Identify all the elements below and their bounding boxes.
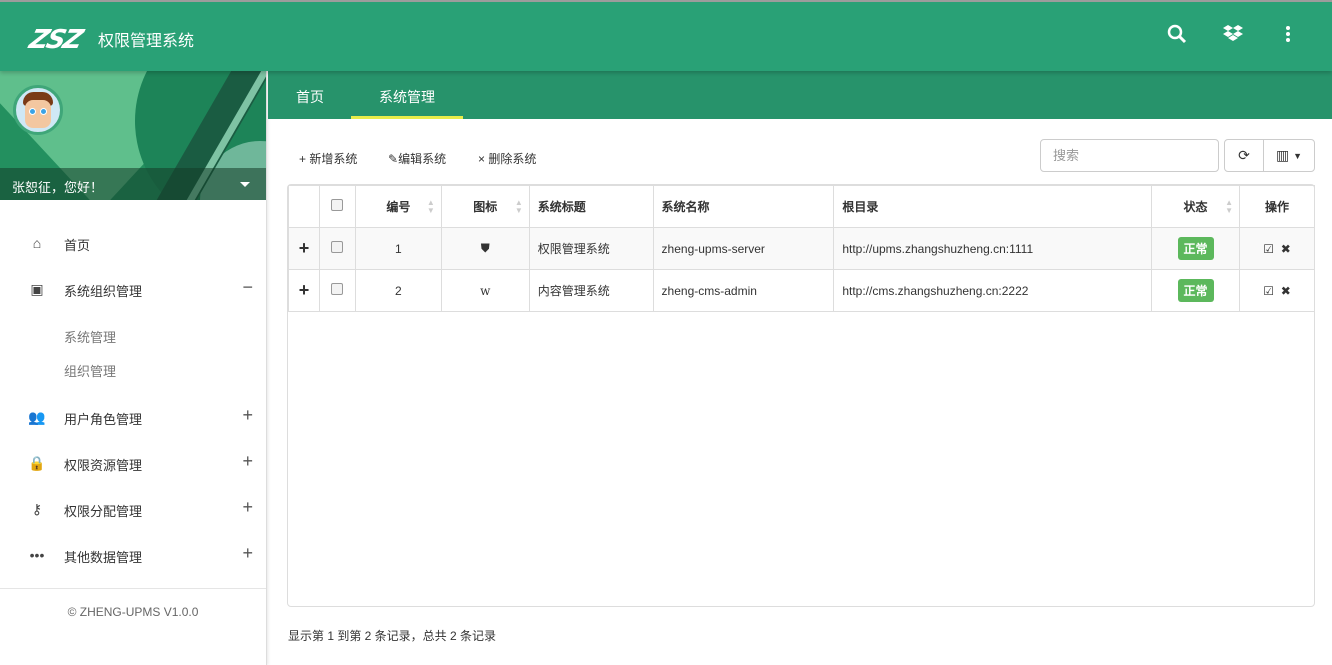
row-checkbox[interactable] xyxy=(318,227,356,270)
delete-icon[interactable]: ✖ xyxy=(1281,242,1291,256)
delete-icon[interactable]: ✖ xyxy=(1281,284,1291,298)
search-input[interactable] xyxy=(1040,139,1219,172)
sidebar-item-org[interactable]: ▣ 系统组织管理 − xyxy=(0,269,267,309)
select-all-checkbox[interactable] xyxy=(318,185,356,228)
expand-icon[interactable]: + xyxy=(242,497,253,518)
expand-icon[interactable]: + xyxy=(242,451,253,472)
sort-icon: ▲ ▼ xyxy=(514,198,523,215)
tab-system-management[interactable]: 系统管理 xyxy=(351,71,463,119)
sidebar: 张恕征，您好！ ⌂ 首页 ▣ 系统组织管理 − 系统管理 组织管理 👥 用户角色管理 + … xyxy=(0,71,267,665)
sidebar-item-permission[interactable]: ⚷ 权限分配管理 + xyxy=(0,489,267,529)
user-menu-toggle[interactable]: 张恕征，您好！ xyxy=(0,168,266,200)
sort-icon: ▲ ▼ xyxy=(1225,198,1234,215)
systems-table: 编号 ▲ ▼ 图标 ▲ ▼ 系统标题 系统名称 根目录 状态 ▲ ▼ 操作 + 1 ⛊ 权限… xyxy=(288,185,1315,312)
expand-icon[interactable]: + xyxy=(242,543,253,564)
edit-system-button[interactable]: ✎编辑系统 xyxy=(388,150,446,167)
pencil-icon: ✎ xyxy=(388,152,399,166)
refresh-icon[interactable]: ⟳ xyxy=(1225,140,1264,171)
tab-home[interactable]: 首页 xyxy=(280,71,340,119)
copyright: © ZHENG-UPMS V1.0.0 xyxy=(67,605,199,619)
sidebar-item-resource[interactable]: 🔒 权限资源管理 + xyxy=(0,443,267,483)
sidebar-item-other[interactable]: ••• 其他数据管理 + xyxy=(0,535,267,575)
avatar[interactable] xyxy=(13,85,63,135)
key-icon: ⚷ xyxy=(31,501,43,517)
collapse-icon[interactable]: − xyxy=(242,277,253,298)
delete-system-button[interactable]: × 删除系统 xyxy=(478,150,536,167)
add-system-button[interactable]: + 新增系统 xyxy=(299,150,357,167)
w-icon: w xyxy=(440,269,530,312)
sidebar-subitem-organization[interactable]: 组织管理 xyxy=(64,361,116,380)
table-tools: ⟳ ▥ ▼ xyxy=(1224,139,1315,172)
more-vert-icon[interactable] xyxy=(1276,24,1300,50)
sidebar-subitem-system[interactable]: 系统管理 xyxy=(64,327,116,346)
more-horiz-icon: ••• xyxy=(29,547,45,563)
app-title: 权限管理系统 xyxy=(98,33,195,50)
edit-icon[interactable]: ☑ xyxy=(1263,242,1274,256)
top-header: ZSZ 权限管理系统 xyxy=(0,0,1332,71)
caret-down-icon: ▼ xyxy=(1293,150,1303,161)
expand-row-icon[interactable]: + xyxy=(288,269,320,312)
profile-panel: 张恕征，您好！ xyxy=(0,71,266,200)
id-card-icon: ▣ xyxy=(30,281,44,297)
expand-row-icon[interactable]: + xyxy=(288,227,320,270)
col-name: 系统名称 xyxy=(652,185,835,228)
col-title: 系统标题 xyxy=(528,185,654,228)
tab-bar: 首页 系统管理 xyxy=(268,71,1332,119)
pagination-info: 显示第 1 到第 2 条记录，总共 2 条记录 xyxy=(288,629,497,643)
row-checkbox[interactable] xyxy=(318,269,356,312)
shield-icon: ⛊ xyxy=(440,227,530,270)
logo: ZSZ xyxy=(25,25,85,55)
col-status[interactable]: 状态 ▲ ▼ xyxy=(1151,185,1241,228)
edit-icon[interactable]: ☑ xyxy=(1263,284,1274,298)
table-header: 编号 ▲ ▼ 图标 ▲ ▼ 系统标题 系统名称 根目录 状态 ▲ ▼ 操作 xyxy=(288,185,1315,228)
expand-icon[interactable]: + xyxy=(242,405,253,426)
sidebar-item-home[interactable]: ⌂ 首页 xyxy=(0,223,267,263)
col-icon[interactable]: 图标 ▲ ▼ xyxy=(440,185,530,228)
lock-icon: 🔒 xyxy=(28,455,46,471)
status-badge: 正常 xyxy=(1177,279,1214,302)
dropbox-icon[interactable] xyxy=(1221,24,1245,50)
divider xyxy=(0,588,266,589)
caret-down-icon xyxy=(240,182,250,187)
users-icon: 👥 xyxy=(28,409,46,425)
col-id[interactable]: 编号 ▲ ▼ xyxy=(354,185,442,228)
sort-icon: ▲ ▼ xyxy=(426,198,435,215)
col-actions: 操作 xyxy=(1239,185,1315,228)
columns-toggle-button[interactable]: ▥ ▼ xyxy=(1264,140,1314,171)
col-basepath: 根目录 xyxy=(833,185,1153,228)
status-badge: 正常 xyxy=(1177,237,1214,260)
greeting: 张恕征，您好！ xyxy=(12,180,104,195)
search-icon[interactable] xyxy=(1165,24,1189,50)
columns-icon: ▥ xyxy=(1275,147,1290,163)
sidebar-item-user-role[interactable]: 👥 用户角色管理 + xyxy=(0,397,267,437)
home-icon: ⌂ xyxy=(32,235,42,251)
table-row: + 1 ⛊ 权限管理系统 zheng-upms-server http://up… xyxy=(288,227,1315,270)
table-row: + 2 w 内容管理系统 zheng-cms-admin http://cms.… xyxy=(288,269,1315,312)
